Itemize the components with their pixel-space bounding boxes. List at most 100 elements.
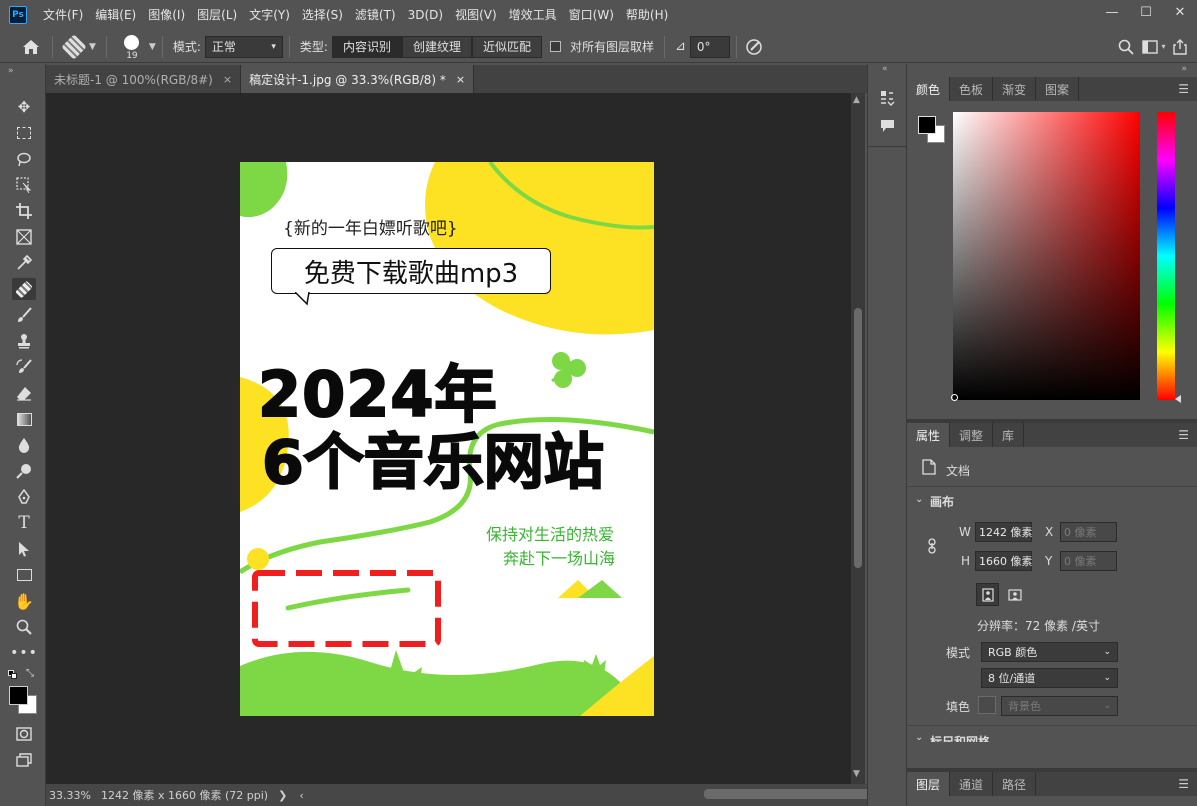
lasso-icon[interactable] [12, 148, 36, 170]
menu-select[interactable]: 选择(S) [296, 0, 349, 30]
expand-panels-icon[interactable]: « [882, 64, 888, 74]
document-canvas[interactable]: {新的一年白嫖听歌吧} 免费下载歌曲mp3 2024年 6个音乐网站 保持对生活… [240, 162, 654, 716]
rectangle-icon[interactable] [12, 564, 36, 586]
rulers-grid-section-title[interactable]: 标尺和网格 [930, 733, 990, 742]
menu-plugins[interactable]: 增效工具 [503, 0, 563, 30]
menu-layer[interactable]: 图层(L) [191, 0, 243, 30]
menu-window[interactable]: 窗口(W) [563, 0, 620, 30]
vertical-scrollbar[interactable]: ▲ ▼ [851, 93, 865, 784]
share-icon[interactable] [1169, 38, 1191, 55]
tab-channels[interactable]: 通道 [950, 772, 994, 796]
eyedropper-icon[interactable] [12, 252, 36, 274]
crop-icon[interactable] [12, 200, 36, 222]
scroll-down-icon[interactable]: ▼ [853, 769, 860, 779]
tool-preset-picker[interactable]: ▼ [61, 33, 96, 60]
tab-gaoding-design[interactable]: 稿定设计-1.jpg @ 33.3%(RGB/8) * × [241, 65, 475, 93]
proximity-match-button[interactable]: 近似匹配 [471, 35, 542, 58]
hue-slider-handle[interactable] [1175, 395, 1181, 403]
height-input[interactable]: 1660 像素 [975, 551, 1033, 571]
tab-patterns[interactable]: 图案 [1036, 77, 1080, 101]
status-menu-arrow[interactable]: ❯ [278, 789, 287, 802]
gradient-icon[interactable] [12, 408, 36, 430]
tab-properties[interactable]: 属性 [907, 423, 951, 447]
color-field[interactable] [953, 112, 1140, 400]
tab-layers[interactable]: 图层 [907, 772, 951, 796]
menu-help[interactable]: 帮助(H) [620, 0, 674, 30]
pen-icon[interactable] [12, 486, 36, 508]
menu-filter[interactable]: 滤镜(T) [349, 0, 402, 30]
vertical-scrollbar-thumb[interactable] [854, 308, 862, 568]
eraser-icon[interactable] [12, 382, 36, 404]
path-select-icon[interactable] [12, 538, 36, 560]
panel-fg-swatch[interactable] [918, 116, 936, 134]
history-brush-icon[interactable] [12, 356, 36, 378]
default-colors-icon[interactable] [8, 670, 17, 679]
menu-view[interactable]: 视图(V) [449, 0, 503, 30]
angle-input[interactable]: 0° [689, 35, 730, 58]
home-icon[interactable] [16, 34, 46, 60]
foreground-color-swatch[interactable] [9, 686, 28, 705]
swap-colors-icon[interactable]: ⤡ [26, 668, 34, 679]
close-tab-icon[interactable]: × [456, 73, 465, 86]
menu-image[interactable]: 图像(I) [142, 0, 191, 30]
width-input[interactable]: 1242 像素 [975, 522, 1033, 542]
scroll-up-icon[interactable]: ▲ [853, 95, 860, 105]
healing-brush-icon[interactable] [12, 278, 36, 300]
create-texture-button[interactable]: 创建纹理 [401, 35, 472, 58]
brush-icon[interactable] [12, 304, 36, 326]
brush-size-picker[interactable]: 19 [119, 32, 145, 62]
chevron-down-icon[interactable]: ⌄ [915, 732, 923, 743]
frame-icon[interactable] [12, 226, 36, 248]
link-icon[interactable] [927, 538, 937, 557]
collapse-toolbar-icon[interactable]: » [8, 66, 14, 76]
minimize-button[interactable]: — [1095, 0, 1129, 24]
color-mode-select[interactable]: RGB 颜色 ⌄ [981, 642, 1118, 662]
search-icon[interactable] [1113, 39, 1139, 55]
comments-icon[interactable] [880, 119, 895, 136]
panel-menu-icon[interactable]: ☰ [1178, 777, 1189, 791]
fill-color-swatch[interactable] [978, 696, 996, 714]
maximize-button[interactable]: ☐ [1129, 0, 1163, 24]
blur-icon[interactable] [12, 434, 36, 456]
chevron-down-icon[interactable]: ⌄ [915, 494, 923, 505]
panel-menu-icon[interactable]: ☰ [1178, 82, 1189, 96]
tab-libraries[interactable]: 库 [993, 423, 1025, 447]
marquee-icon[interactable] [12, 122, 36, 144]
dodge-icon[interactable] [12, 460, 36, 482]
tab-swatches[interactable]: 色板 [950, 77, 994, 101]
color-picker-marker[interactable] [951, 394, 958, 401]
panel-menu-icon[interactable]: ☰ [1178, 428, 1189, 442]
zoom-icon[interactable] [12, 616, 36, 638]
bit-depth-select[interactable]: 8 位/通道 ⌄ [981, 668, 1118, 688]
collapse-panels-icon[interactable]: » [1181, 64, 1187, 74]
hue-slider[interactable] [1157, 112, 1175, 400]
quick-mask-icon[interactable] [12, 723, 36, 745]
menu-type[interactable]: 文字(Y) [243, 0, 296, 30]
portrait-orientation-button[interactable] [976, 583, 999, 606]
canvas-section-title[interactable]: 画布 [930, 493, 954, 510]
x-input[interactable]: 0 像素 [1060, 522, 1117, 542]
close-button[interactable]: ✕ [1163, 0, 1197, 24]
y-input[interactable]: 0 像素 [1060, 551, 1117, 571]
canvas-area[interactable]: {新的一年白嫖听歌吧} 免费下载歌曲mp3 2024年 6个音乐网站 保持对生活… [46, 93, 851, 784]
pressure-size-icon[interactable] [743, 36, 765, 58]
move-icon[interactable]: ✥ [12, 96, 36, 118]
horizontal-scrollbar[interactable] [304, 784, 944, 806]
menu-file[interactable]: 文件(F) [37, 0, 89, 30]
tab-paths[interactable]: 路径 [993, 772, 1037, 796]
content-aware-button[interactable]: 内容识别 [331, 35, 402, 58]
tab-color[interactable]: 颜色 [907, 77, 951, 101]
menu-3d[interactable]: 3D(D) [402, 0, 449, 30]
hand-icon[interactable]: ✋ [12, 590, 36, 612]
sample-all-layers-checkbox[interactable] [549, 41, 561, 52]
tab-untitled-1[interactable]: 未标题-1 @ 100%(RGB/8#) × [46, 65, 242, 93]
chevron-down-icon[interactable]: ▼ [149, 42, 156, 52]
more-icon[interactable]: ••• [10, 642, 37, 664]
zoom-level[interactable]: 33.33% [49, 789, 95, 802]
menu-edit[interactable]: 编辑(E) [89, 0, 142, 30]
history-icon[interactable] [879, 90, 895, 109]
close-tab-icon[interactable]: × [223, 73, 232, 86]
mode-select[interactable]: 正常 ▾ [204, 35, 283, 58]
screen-mode-icon[interactable] [12, 749, 36, 771]
stamp-icon[interactable] [12, 330, 36, 352]
